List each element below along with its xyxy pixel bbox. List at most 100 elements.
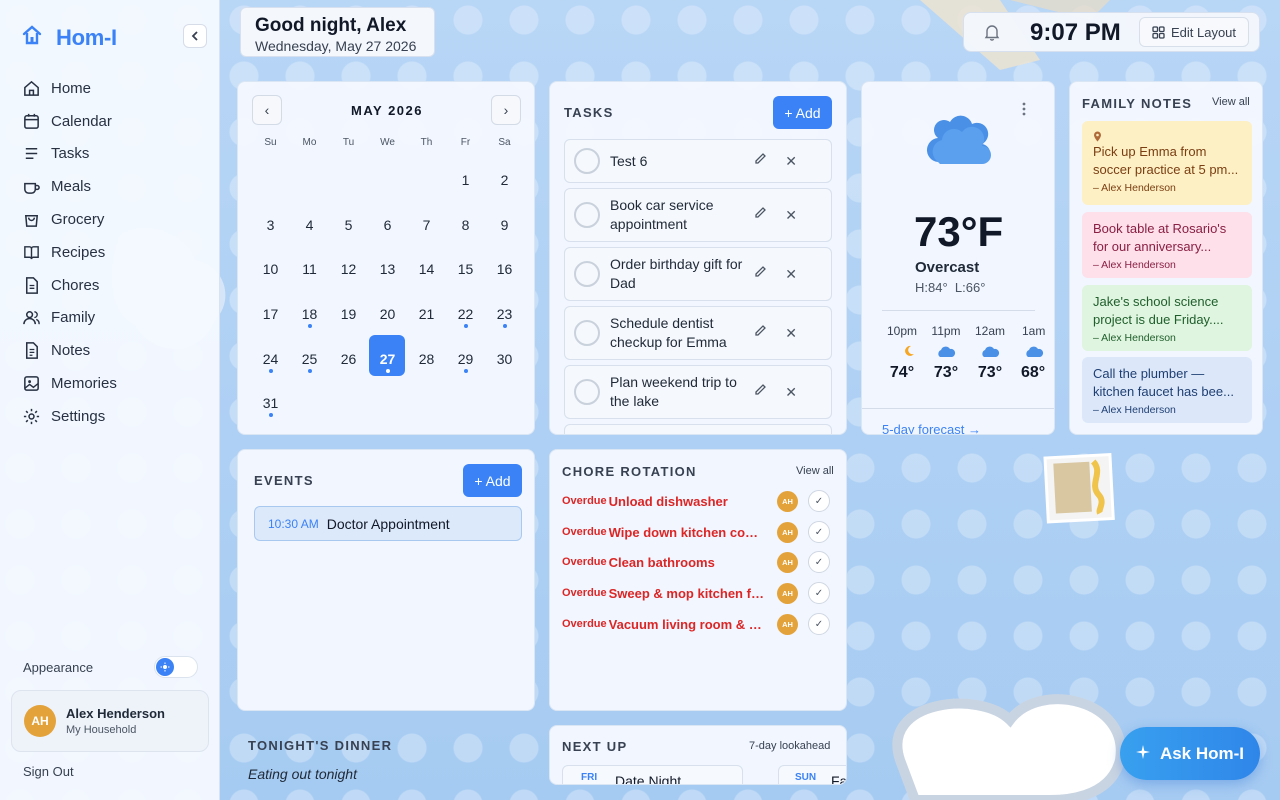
add-task-button[interactable]: + Add bbox=[773, 96, 832, 129]
close-icon[interactable]: ✕ bbox=[785, 266, 797, 283]
task-checkbox[interactable] bbox=[574, 379, 600, 405]
sidebar-item-memories[interactable]: Memories bbox=[22, 367, 117, 400]
brand[interactable]: Hom-I bbox=[22, 24, 117, 51]
sidebar-item-calendar[interactable]: Calendar bbox=[22, 105, 117, 138]
chore-item[interactable]: Overdue Unload dishwasher AH ✓ bbox=[562, 489, 834, 513]
sidebar-item-meals[interactable]: Meals bbox=[22, 170, 117, 203]
calendar-day[interactable]: 10 bbox=[251, 247, 290, 292]
calendar-day[interactable]: 22 bbox=[446, 292, 485, 337]
note-card[interactable]: Pick up Emma from soccer practice at 5 p… bbox=[1082, 121, 1252, 205]
task-item[interactable]: Test 6 ✕ bbox=[564, 139, 832, 183]
chore-item[interactable]: Overdue Clean bathrooms AH ✓ bbox=[562, 550, 834, 574]
calendar-day[interactable]: 21 bbox=[407, 292, 446, 337]
task-item[interactable] bbox=[564, 424, 832, 434]
next-up-item[interactable]: SUN Farme bbox=[778, 765, 846, 784]
more-options-icon[interactable] bbox=[1022, 102, 1026, 121]
note-card[interactable]: Jake's school science project is due Fri… bbox=[1082, 285, 1252, 351]
ask-assistant-button[interactable]: Ask Hom-I bbox=[1120, 727, 1260, 780]
calendar-day[interactable]: 23 bbox=[485, 292, 524, 337]
check-icon[interactable]: ✓ bbox=[808, 613, 830, 635]
task-checkbox[interactable] bbox=[574, 148, 600, 174]
edit-layout-button[interactable]: Edit Layout bbox=[1139, 17, 1249, 47]
calendar-day[interactable]: 20 bbox=[368, 292, 407, 337]
calendar-day[interactable]: 25 bbox=[290, 337, 329, 382]
add-event-button[interactable]: + Add bbox=[463, 464, 522, 497]
close-icon[interactable]: ✕ bbox=[785, 384, 797, 401]
close-icon[interactable]: ✕ bbox=[785, 325, 797, 342]
note-card[interactable]: Call the plumber — kitchen faucet has be… bbox=[1082, 357, 1252, 423]
task-item[interactable]: Order birthday gift for Dad ✕ bbox=[564, 247, 832, 301]
check-icon[interactable]: ✓ bbox=[808, 490, 830, 512]
calendar-day[interactable]: 28 bbox=[407, 337, 446, 382]
task-item[interactable]: Plan weekend trip to the lake ✕ bbox=[564, 365, 832, 419]
dinner-widget: TONIGHT'S DINNER Eating out tonight bbox=[237, 725, 535, 800]
edit-icon[interactable] bbox=[754, 383, 767, 401]
calendar-day[interactable]: 5 bbox=[329, 203, 368, 248]
calendar-day[interactable]: 4 bbox=[290, 203, 329, 248]
calendar-day[interactable]: 31 bbox=[251, 381, 290, 426]
calendar-day[interactable]: 7 bbox=[407, 203, 446, 248]
check-icon[interactable]: ✓ bbox=[808, 521, 830, 543]
calendar-day[interactable]: 15 bbox=[446, 247, 485, 292]
collapse-sidebar-button[interactable] bbox=[183, 24, 207, 48]
notes-view-all-link[interactable]: View all bbox=[1212, 96, 1250, 108]
sidebar-item-tasks[interactable]: Tasks bbox=[22, 138, 117, 171]
task-checkbox[interactable] bbox=[574, 202, 600, 228]
chore-item[interactable]: Overdue Sweep & mop kitchen floor AH ✓ bbox=[562, 581, 834, 605]
sign-out-link[interactable]: Sign Out bbox=[23, 764, 74, 779]
edit-icon[interactable] bbox=[754, 206, 767, 224]
calendar-day[interactable]: 30 bbox=[485, 337, 524, 382]
calendar-day[interactable]: 18 bbox=[290, 292, 329, 337]
chore-item[interactable]: Overdue Vacuum living room & hallway AH … bbox=[562, 612, 834, 636]
calendar-day[interactable]: 17 bbox=[251, 292, 290, 337]
profile-card[interactable]: AH Alex Henderson My Household bbox=[11, 690, 209, 752]
task-item[interactable]: Book car service appointment ✕ bbox=[564, 188, 832, 242]
calendar-day[interactable]: 8 bbox=[446, 203, 485, 248]
check-icon[interactable]: ✓ bbox=[808, 551, 830, 573]
event-item[interactable]: 10:30 AM Doctor Appointment bbox=[254, 506, 522, 541]
calendar-day[interactable]: 13 bbox=[368, 247, 407, 292]
close-icon[interactable]: ✕ bbox=[785, 153, 797, 170]
calendar-day[interactable]: 14 bbox=[407, 247, 446, 292]
calendar-day[interactable]: 27 bbox=[368, 334, 407, 382]
sidebar-item-notes[interactable]: Notes bbox=[22, 334, 117, 367]
day-number: 30 bbox=[496, 350, 513, 367]
task-text: Schedule dentist checkup for Emma bbox=[610, 315, 727, 350]
five-day-forecast-link[interactable]: 5-day forecast → bbox=[882, 422, 981, 434]
appearance-toggle[interactable] bbox=[154, 656, 198, 678]
calendar-days: 1 2 3 4 5 6 7 8 9 10 11 12 13 14 15 16 17 18 19 20 21 22 23 24 2… bbox=[251, 158, 524, 426]
calendar-day[interactable]: 24 bbox=[251, 337, 290, 382]
calendar-day[interactable]: 26 bbox=[329, 337, 368, 382]
task-checkbox[interactable] bbox=[574, 320, 600, 346]
bell-icon[interactable] bbox=[984, 24, 1000, 46]
calendar-day[interactable]: 3 bbox=[251, 203, 290, 248]
check-icon[interactable]: ✓ bbox=[808, 582, 830, 604]
chore-item[interactable]: Overdue Wipe down kitchen counters AH ✓ bbox=[562, 520, 834, 544]
calendar-day[interactable]: 1 bbox=[446, 158, 485, 203]
edit-icon[interactable] bbox=[754, 324, 767, 342]
calendar-day[interactable]: 2 bbox=[485, 158, 524, 203]
next-month-button[interactable]: › bbox=[491, 95, 521, 125]
note-card[interactable]: Book table at Rosario's for our annivers… bbox=[1082, 212, 1252, 278]
chores-view-all-link[interactable]: View all bbox=[796, 465, 834, 477]
next-up-item[interactable]: FRI Date Night bbox=[562, 765, 743, 784]
edit-icon[interactable] bbox=[754, 265, 767, 283]
calendar-day[interactable]: 9 bbox=[485, 203, 524, 248]
task-checkbox[interactable] bbox=[574, 261, 600, 287]
sidebar-item-family[interactable]: Family bbox=[22, 302, 117, 335]
sidebar-item-settings[interactable]: Settings bbox=[22, 400, 117, 433]
calendar-day[interactable]: 6 bbox=[368, 203, 407, 248]
edit-icon[interactable] bbox=[754, 152, 767, 170]
sidebar-item-chores[interactable]: Chores bbox=[22, 269, 117, 302]
edit-layout-label: Edit Layout bbox=[1170, 24, 1237, 40]
calendar-day[interactable]: 12 bbox=[329, 247, 368, 292]
sidebar-item-home[interactable]: Home bbox=[22, 72, 117, 105]
calendar-day[interactable]: 11 bbox=[290, 247, 329, 292]
calendar-day[interactable]: 19 bbox=[329, 292, 368, 337]
sidebar-item-grocery[interactable]: Grocery bbox=[22, 203, 117, 236]
calendar-day[interactable]: 16 bbox=[485, 247, 524, 292]
task-item[interactable]: Schedule dentist checkup for Emma ✕ bbox=[564, 306, 832, 360]
close-icon[interactable]: ✕ bbox=[785, 207, 797, 224]
sidebar-item-recipes[interactable]: Recipes bbox=[22, 236, 117, 269]
calendar-day[interactable]: 29 bbox=[446, 337, 485, 382]
